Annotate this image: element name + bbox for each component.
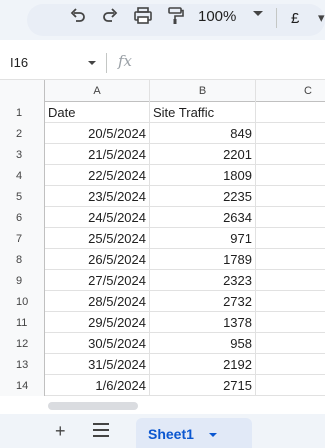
table-row: 2 20/5/2024 849 (0, 123, 325, 144)
cell-b[interactable]: Site Traffic (150, 102, 256, 123)
cell-a[interactable]: Date (45, 102, 150, 123)
toolbar-divider (276, 8, 277, 28)
cell-a[interactable]: 26/5/2024 (45, 249, 150, 270)
print-icon[interactable] (131, 4, 155, 28)
cell-c[interactable] (256, 333, 325, 354)
column-header-b[interactable]: B (150, 80, 256, 102)
cell-b[interactable]: 2715 (150, 375, 256, 396)
zoom-caret-icon[interactable] (253, 11, 263, 16)
cell-c[interactable] (256, 165, 325, 186)
table-row: 9 27/5/2024 2323 (0, 270, 325, 291)
cell-a[interactable]: 25/5/2024 (45, 228, 150, 249)
column-header-c[interactable]: C (256, 80, 325, 102)
cell-a[interactable]: 1/6/2024 (45, 375, 150, 396)
row-header[interactable]: 5 (0, 186, 45, 207)
toolbar: 100% £ ▾ (0, 0, 325, 40)
cell-b[interactable]: 2732 (150, 291, 256, 312)
horizontal-scrollbar[interactable] (48, 402, 138, 410)
table-row: 11 29/5/2024 1378 (0, 312, 325, 333)
cell-c[interactable] (256, 186, 325, 207)
cell-a[interactable]: 28/5/2024 (45, 291, 150, 312)
table-row: 1 Date Site Traffic (0, 102, 325, 123)
row-header[interactable]: 7 (0, 228, 45, 249)
column-header-a[interactable]: A (45, 80, 150, 102)
cell-b[interactable]: 2192 (150, 354, 256, 375)
cell-b[interactable]: 2201 (150, 144, 256, 165)
row-header[interactable]: 8 (0, 249, 45, 270)
cell-c[interactable] (256, 144, 325, 165)
cell-b[interactable]: 1809 (150, 165, 256, 186)
cell-c[interactable] (256, 375, 325, 396)
row-header[interactable]: 6 (0, 207, 45, 228)
select-all-corner[interactable] (0, 80, 45, 102)
row-header[interactable]: 11 (0, 312, 45, 333)
table-row: 3 21/5/2024 2201 (0, 144, 325, 165)
row-header[interactable]: 3 (0, 144, 45, 165)
formula-divider (106, 53, 107, 73)
cell-c[interactable] (256, 228, 325, 249)
cell-a[interactable]: 23/5/2024 (45, 186, 150, 207)
table-row: 12 30/5/2024 958 (0, 333, 325, 354)
undo-icon[interactable] (66, 4, 90, 28)
table-row: 4 22/5/2024 1809 (0, 165, 325, 186)
cell-b[interactable]: 1789 (150, 249, 256, 270)
cell-a[interactable]: 31/5/2024 (45, 354, 150, 375)
table-row: 10 28/5/2024 2732 (0, 291, 325, 312)
redo-icon[interactable] (98, 4, 122, 28)
cell-a[interactable]: 22/5/2024 (45, 165, 150, 186)
cell-c[interactable] (256, 312, 325, 333)
cell-a[interactable]: 30/5/2024 (45, 333, 150, 354)
cell-b[interactable]: 2323 (150, 270, 256, 291)
row-header[interactable]: 13 (0, 354, 45, 375)
sheet-tab-sheet1[interactable]: Sheet1 (136, 418, 252, 448)
name-box[interactable]: I16 (10, 55, 28, 70)
cell-c[interactable] (256, 102, 325, 123)
row-header[interactable]: 1 (0, 102, 45, 123)
cell-c[interactable] (256, 270, 325, 291)
column-header-row: A B C (0, 80, 325, 102)
table-row: 8 26/5/2024 1789 (0, 249, 325, 270)
cell-c[interactable] (256, 354, 325, 375)
currency-format-button[interactable]: £ (291, 10, 299, 27)
cell-b[interactable]: 958 (150, 333, 256, 354)
cell-b[interactable]: 849 (150, 123, 256, 144)
all-sheets-icon[interactable] (93, 423, 109, 437)
row-header[interactable]: 2 (0, 123, 45, 144)
cell-b[interactable]: 1378 (150, 312, 256, 333)
table-row: 13 31/5/2024 2192 (0, 354, 325, 375)
cell-a[interactable]: 21/5/2024 (45, 144, 150, 165)
table-row: 6 24/5/2024 2634 (0, 207, 325, 228)
cell-a[interactable]: 24/5/2024 (45, 207, 150, 228)
name-box-caret-icon[interactable] (88, 61, 96, 65)
cell-b[interactable]: 971 (150, 228, 256, 249)
table-row: 5 23/5/2024 2235 (0, 186, 325, 207)
sheet-tab-label: Sheet1 (148, 426, 194, 442)
table-row: 14 1/6/2024 2715 (0, 375, 325, 396)
spreadsheet-grid: A B C 1 Date Site Traffic 2 20/5/2024 849 3 21/… (0, 80, 325, 400)
cell-c[interactable] (256, 249, 325, 270)
row-header[interactable]: 12 (0, 333, 45, 354)
formula-bar: I16 fx (0, 44, 325, 80)
table-row: 7 25/5/2024 971 (0, 228, 325, 249)
cell-b[interactable]: 2235 (150, 186, 256, 207)
zoom-select[interactable]: 100% (198, 6, 236, 26)
cell-c[interactable] (256, 123, 325, 144)
row-header[interactable]: 4 (0, 165, 45, 186)
paint-format-icon[interactable] (163, 4, 187, 28)
cell-b[interactable]: 2634 (150, 207, 256, 228)
row-header[interactable]: 9 (0, 270, 45, 291)
cell-c[interactable] (256, 207, 325, 228)
sheet-tab-caret-icon[interactable] (209, 433, 217, 437)
cell-c[interactable] (256, 291, 325, 312)
cell-a[interactable]: 20/5/2024 (45, 123, 150, 144)
sheet-bar: + Sheet1 (0, 414, 325, 448)
row-header[interactable]: 14 (0, 375, 45, 396)
cell-a[interactable]: 29/5/2024 (45, 312, 150, 333)
more-icon[interactable]: ▾ (318, 10, 325, 26)
fx-icon: fx (118, 52, 133, 70)
add-sheet-button[interactable]: + (55, 421, 66, 442)
cell-a[interactable]: 27/5/2024 (45, 270, 150, 291)
row-header[interactable]: 10 (0, 291, 45, 312)
